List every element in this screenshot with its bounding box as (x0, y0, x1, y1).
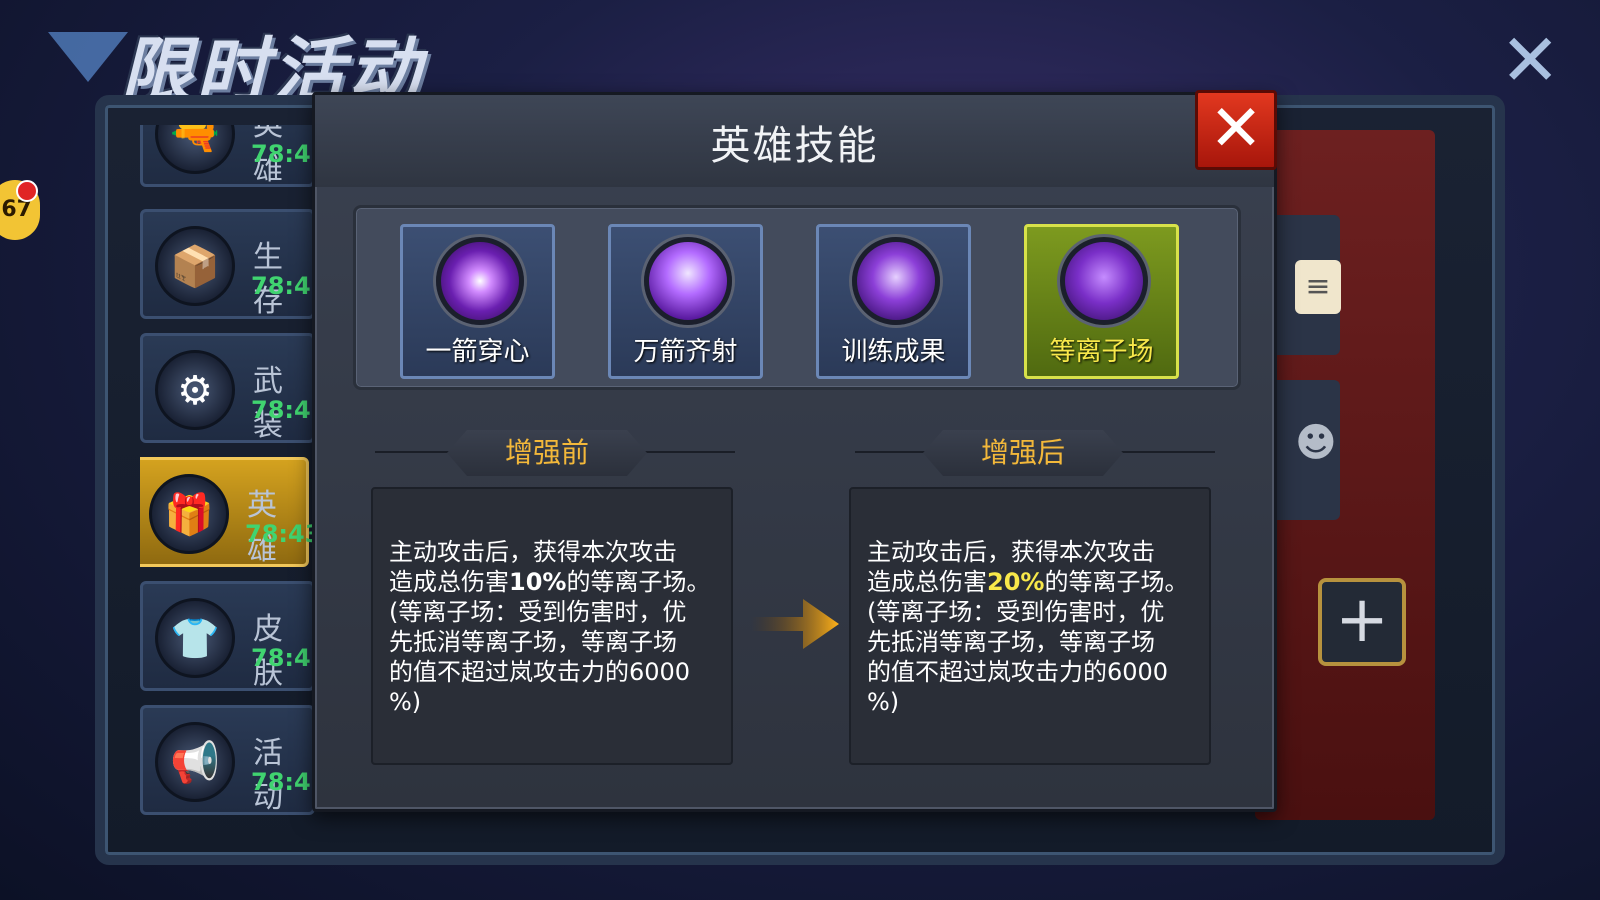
desc-line: 主动攻击后，获得本次攻击 (389, 538, 677, 566)
sidebar-item-time: 78:43 (251, 272, 315, 300)
desc-line: (等离子场：受到伤害时，优 (867, 598, 1165, 626)
skill-selector: 一箭穿心 万箭齐射 训练成果 等离子场 (353, 205, 1241, 390)
notification-dot (16, 180, 38, 202)
purple-burst-icon (436, 237, 524, 325)
skill-label: 等离子场 (1049, 337, 1154, 367)
damage-value: 10% (509, 568, 567, 596)
before-heading: 增强前 (447, 430, 647, 476)
desc-line: %) (389, 688, 422, 716)
page-title: 限时活动 (120, 29, 425, 113)
sidebar-item-skin[interactable]: 👕 皮肤 78:43 (140, 581, 315, 691)
before-description: 主动攻击后，获得本次攻击 造成总伤害10%的等离子场。 (等离子场：受到伤害时，… (371, 487, 733, 765)
megaphone-icon: 📢 (155, 722, 235, 802)
skill-label: 万箭齐射 (633, 337, 738, 367)
desc-line: (等离子场：受到伤害时，优 (389, 598, 687, 626)
hero-skill-dialog: 英雄技能 一箭穿心 万箭齐射 训练成果 等离子场 增强前 增强后 主动攻击后，获… (312, 92, 1277, 812)
arrow-right-icon (751, 599, 839, 649)
archer-silhouette-icon (1060, 237, 1148, 325)
sidebar-item-armament[interactable]: ⚙ 武装 78:43 (140, 333, 315, 443)
desc-line: 先抵消等离子场，等离子场 (867, 628, 1155, 656)
revolver-icon: 🔫 (155, 125, 235, 174)
skill-tab-4[interactable]: 等离子场 (1024, 224, 1179, 379)
skill-tab-1[interactable]: 一箭穿心 (400, 224, 555, 379)
crate-icon: 📦 (155, 226, 235, 306)
desc-line: 造成总伤害10%的等离子场。 (389, 568, 711, 596)
sidebar-item-time: 78:43 (251, 396, 315, 424)
desc-line: 主动攻击后，获得本次攻击 (867, 538, 1155, 566)
page-close-icon[interactable]: ✕ (1500, 24, 1560, 96)
sidebar-item-activity[interactable]: 📢 活动 78:43 (140, 705, 315, 815)
desc-line: %) (867, 688, 900, 716)
after-heading: 增强后 (923, 430, 1123, 476)
document-icon: ≡ (1295, 260, 1341, 314)
sidebar-item-survival[interactable]: 📦 生存 78:43 (140, 209, 315, 319)
damage-value-highlight: 20% (987, 568, 1045, 596)
sidebar-item-time: 78:43 (251, 644, 315, 672)
sidebar-item-hero-2[interactable]: 🎁 英雄 78:43 (140, 457, 315, 567)
event-sidebar: 🔫 英雄 78:43 📦 生存 78:43 ⚙ 武装 78:43 🎁 英雄 78… (140, 125, 315, 815)
desc-line: 造成总伤害20%的等离子场。 (867, 568, 1189, 596)
add-button[interactable]: + (1318, 578, 1406, 666)
close-button[interactable]: ✕ (1195, 90, 1277, 170)
sidebar-item-hero-1[interactable]: 🔫 英雄 78:43 (140, 125, 315, 187)
sidebar-item-time: 78:43 (251, 140, 315, 168)
sidebar-item-time: 78:43 (245, 520, 315, 548)
head-silhouette-icon: ☻ (1295, 420, 1337, 466)
skill-tab-2[interactable]: 万箭齐射 (608, 224, 763, 379)
skill-tab-3[interactable]: 训练成果 (816, 224, 971, 379)
sidebar-item-time: 78:43 (251, 768, 315, 796)
desc-line: 先抵消等离子场，等离子场 (389, 628, 677, 656)
after-description: 主动攻击后，获得本次攻击 造成总伤害20%的等离子场。 (等离子场：受到伤害时，… (849, 487, 1211, 765)
dialog-header: 英雄技能 (315, 95, 1274, 187)
skill-label: 一箭穿心 (425, 337, 530, 367)
hero-portrait-icon (852, 237, 940, 325)
desc-line: 的值不超过岚攻击力的6000 (867, 658, 1169, 686)
arrow-volley-icon (644, 237, 732, 325)
treasure-chest-icon: 🎁 (149, 474, 229, 554)
gear-parts-icon: ⚙ (155, 350, 235, 430)
desc-line: 的值不超过岚攻击力的6000 (389, 658, 691, 686)
dialog-title: 英雄技能 (710, 123, 879, 169)
title-decoration (48, 32, 128, 82)
skill-label: 训练成果 (841, 337, 946, 367)
skin-chest-icon: 👕 (155, 598, 235, 678)
